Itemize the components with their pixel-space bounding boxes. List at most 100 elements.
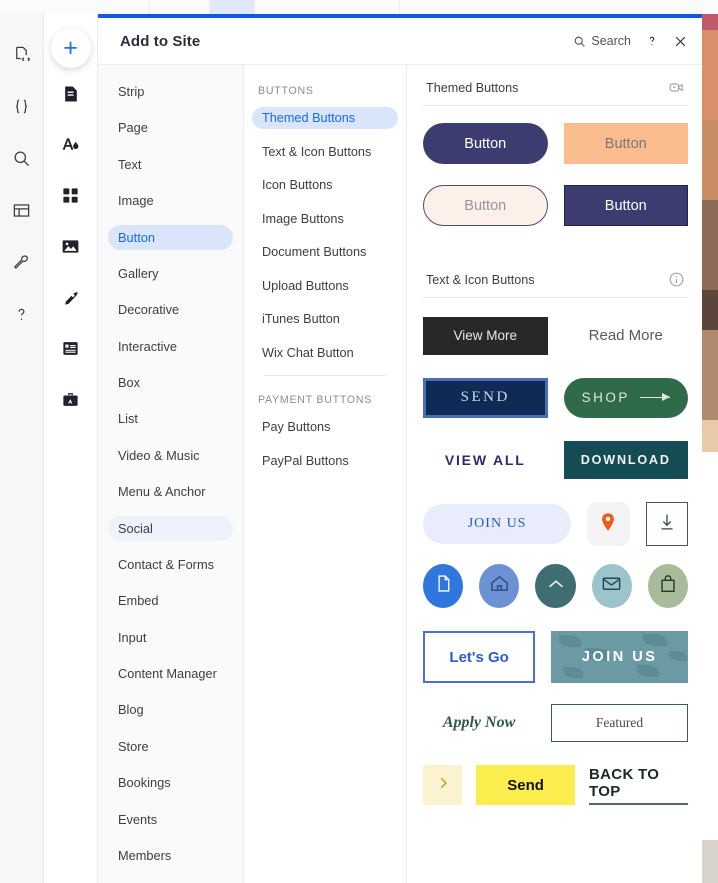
- subcategory-item-image-buttons[interactable]: Image Buttons: [252, 208, 398, 230]
- category-item-contact-forms[interactable]: Contact & Forms: [108, 552, 233, 578]
- pen-icon[interactable]: [54, 272, 88, 323]
- button-email-circle[interactable]: [591, 564, 632, 608]
- category-item-embed[interactable]: Embed: [108, 588, 233, 614]
- category-item-blog[interactable]: Blog: [108, 697, 233, 723]
- button-scroll-up-circle[interactable]: [535, 564, 576, 608]
- page-icon[interactable]: [54, 68, 88, 119]
- category-item-video-music[interactable]: Video & Music: [108, 443, 233, 469]
- subcategory-item-document-buttons[interactable]: Document Buttons: [252, 241, 398, 263]
- layout-icon[interactable]: [54, 323, 88, 374]
- add-to-site-panel-screen: + Add to Site Search Strip Page Text Ima…: [0, 0, 718, 883]
- search-icon[interactable]: [6, 132, 38, 184]
- subcategory-item-themed-buttons[interactable]: Themed Buttons: [252, 107, 398, 129]
- subcategory-item-paypal-buttons[interactable]: PayPal Buttons: [252, 450, 398, 472]
- button-lets-go[interactable]: Let's Go: [423, 631, 536, 683]
- category-item-store[interactable]: Store: [108, 734, 233, 760]
- script-buttons-row: Apply Now Featured: [423, 704, 688, 742]
- apps-grid-icon[interactable]: [54, 170, 88, 221]
- leaf-decor: [643, 634, 668, 646]
- background-page-content: [700, 0, 718, 883]
- button-download[interactable]: DOWNLOAD: [563, 440, 688, 479]
- panel-body: Strip Page Text Image Button Gallery Decorativ…: [98, 65, 702, 883]
- category-item-page[interactable]: Page: [108, 115, 233, 141]
- wrench-icon[interactable]: [6, 236, 38, 288]
- leaf-decor: [559, 635, 582, 647]
- add-element-button[interactable]: +: [50, 28, 91, 68]
- subcategory-item-upload-buttons[interactable]: Upload Buttons: [252, 275, 398, 297]
- themed-button-pill-cream[interactable]: Button: [423, 185, 548, 226]
- leaf-decor: [637, 665, 660, 677]
- preview-cell: Button: [423, 184, 548, 227]
- leaf-decor: [563, 667, 584, 678]
- section-title: Themed Buttons: [426, 80, 519, 95]
- button-join-us-pill[interactable]: JOIN US: [423, 504, 572, 544]
- category-item-image[interactable]: Image: [108, 188, 233, 214]
- category-list: Strip Page Text Image Button Gallery Decorativ…: [98, 65, 244, 883]
- themed-button-rect-navy[interactable]: Button: [563, 185, 688, 226]
- category-item-my-designs[interactable]: My Designs: [108, 879, 233, 883]
- category-item-list[interactable]: List: [108, 406, 233, 432]
- category-item-gallery[interactable]: Gallery: [108, 261, 233, 287]
- button-home-circle[interactable]: [479, 564, 520, 608]
- button-apply-now[interactable]: Apply Now: [423, 704, 535, 742]
- button-location-pin[interactable]: [587, 502, 630, 546]
- preview-cell: SEND: [423, 376, 548, 419]
- category-item-menu-anchor[interactable]: Menu & Anchor: [108, 479, 233, 505]
- panel-search-button[interactable]: Search: [573, 34, 631, 48]
- button-chevron-right[interactable]: [423, 765, 463, 805]
- category-item-text[interactable]: Text: [108, 152, 233, 178]
- button-back-to-top[interactable]: BACK TO TOP: [589, 766, 688, 805]
- chrome-active-tab[interactable]: [210, 0, 255, 14]
- video-camera-icon[interactable]: [668, 79, 685, 96]
- button-view-all[interactable]: VIEW ALL: [423, 441, 548, 479]
- image-icon[interactable]: [54, 221, 88, 272]
- themed-button-rect-peach[interactable]: Button: [563, 123, 688, 164]
- category-item-interactive[interactable]: Interactive: [108, 334, 233, 360]
- category-item-decorative[interactable]: Decorative: [108, 297, 233, 323]
- button-send-outline[interactable]: SEND: [423, 377, 548, 418]
- category-item-button[interactable]: Button: [108, 224, 233, 251]
- button-download-square[interactable]: [645, 502, 688, 546]
- button-read-more[interactable]: Read More: [564, 317, 689, 355]
- button-featured[interactable]: Featured: [551, 704, 688, 742]
- preview-cell: Button: [563, 184, 688, 227]
- themed-button-pill-navy[interactable]: Button: [423, 123, 548, 164]
- button-shop[interactable]: SHOP: [563, 377, 688, 418]
- chrome-segment: [255, 0, 400, 14]
- close-icon[interactable]: [673, 34, 688, 49]
- category-item-bookings[interactable]: Bookings: [108, 770, 233, 796]
- category-item-content-manager[interactable]: Content Manager: [108, 661, 233, 687]
- info-icon[interactable]: [668, 271, 685, 288]
- subcategory-item-itunes-button[interactable]: iTunes Button: [252, 308, 398, 330]
- subcategory-item-wix-chat-button[interactable]: Wix Chat Button: [252, 342, 398, 364]
- category-item-strip[interactable]: Strip: [108, 79, 233, 105]
- subcategory-item-icon-buttons[interactable]: Icon Buttons: [252, 174, 398, 196]
- subcategory-item-text-icon-buttons[interactable]: Text & Icon Buttons: [252, 141, 398, 163]
- code-page-icon[interactable]: [6, 28, 38, 80]
- preview-cell: View More: [423, 314, 548, 357]
- inner-icon-rail: +: [44, 14, 98, 883]
- themed-buttons-grid: Button Button Button Button: [423, 122, 688, 227]
- section-header-themed: Themed Buttons: [423, 65, 688, 106]
- table-icon[interactable]: [6, 184, 38, 236]
- category-item-input[interactable]: Input: [108, 625, 233, 651]
- text-theme-icon[interactable]: [54, 119, 88, 170]
- button-view-more[interactable]: View More: [423, 316, 548, 355]
- category-item-members[interactable]: Members: [108, 843, 233, 869]
- button-shopping-bag-circle[interactable]: [647, 564, 689, 608]
- chevron-up-icon: [545, 573, 567, 600]
- button-label: JOIN US: [581, 649, 658, 665]
- category-item-social[interactable]: Social: [108, 515, 233, 542]
- question-mark-icon[interactable]: [6, 288, 38, 340]
- question-mark-icon[interactable]: [645, 34, 659, 48]
- button-join-us-pattern[interactable]: JOIN US: [551, 631, 688, 683]
- subcategory-item-pay-buttons[interactable]: Pay Buttons: [252, 416, 398, 438]
- button-send-yellow[interactable]: Send: [476, 765, 576, 805]
- subcategory-group-title: BUTTONS: [258, 85, 314, 97]
- category-item-box[interactable]: Box: [108, 370, 233, 396]
- curly-braces-icon[interactable]: [6, 80, 38, 132]
- category-item-events[interactable]: Events: [108, 807, 233, 833]
- briefcase-icon[interactable]: [54, 374, 88, 425]
- mixed-buttons-row: JOIN US: [423, 502, 688, 546]
- button-document-circle[interactable]: [423, 564, 464, 608]
